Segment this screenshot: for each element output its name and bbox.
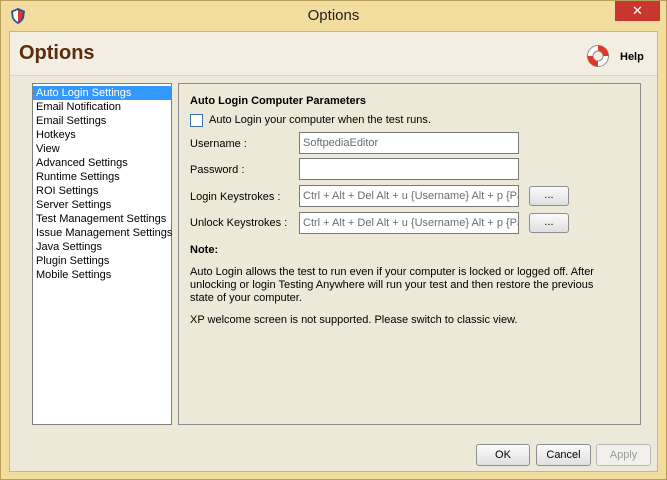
- nav-item-mobile-settings[interactable]: Mobile Settings: [33, 268, 171, 282]
- cancel-button[interactable]: Cancel: [536, 444, 591, 466]
- nav-item-issue-management-settings[interactable]: Issue Management Settings: [33, 226, 172, 240]
- nav-item-email-notification[interactable]: Email Notification: [33, 100, 171, 114]
- unlock-keystrokes-label: Unlock Keystrokes :: [190, 217, 288, 229]
- dialog-title: Options: [19, 42, 95, 64]
- note-text-xp: XP welcome screen is not supported. Plea…: [190, 314, 518, 326]
- help-link[interactable]: Help: [620, 51, 644, 63]
- login-keystrokes-label: Login Keystrokes :: [190, 191, 281, 203]
- password-input[interactable]: [299, 158, 519, 180]
- unlock-keystrokes-input[interactable]: Ctrl + Alt + Del Alt + u {Username} Alt …: [299, 212, 519, 234]
- title-bar[interactable]: Options ✕: [1, 1, 666, 31]
- note-text: Auto Login allows the test to run even i…: [190, 266, 594, 304]
- ok-button[interactable]: OK: [476, 444, 530, 466]
- section-title: Auto Login Computer Parameters: [190, 95, 367, 107]
- nav-item-java-settings[interactable]: Java Settings: [33, 240, 171, 254]
- nav-item-test-management-settings[interactable]: Test Management Settings: [33, 212, 171, 226]
- nav-item-plugin-settings[interactable]: Plugin Settings: [33, 254, 171, 268]
- nav-item-server-settings[interactable]: Server Settings: [33, 198, 171, 212]
- username-label: Username :: [190, 138, 247, 150]
- nav-item-roi-settings[interactable]: ROI Settings: [33, 184, 171, 198]
- nav-item-runtime-settings[interactable]: Runtime Settings: [33, 170, 171, 184]
- auto-login-checkbox-label[interactable]: Auto Login your computer when the test r…: [209, 114, 431, 126]
- nav-item-hotkeys[interactable]: Hotkeys: [33, 128, 171, 142]
- options-window: Options ✕ Options Help Auto Login Settin…: [0, 0, 667, 480]
- unlock-keystrokes-browse-button[interactable]: ...: [529, 213, 569, 233]
- login-keystrokes-input[interactable]: Ctrl + Alt + Del Alt + u {Username} Alt …: [299, 185, 519, 207]
- dialog-header: Options Help: [10, 32, 657, 76]
- nav-item-email-settings[interactable]: Email Settings: [33, 114, 171, 128]
- window-title: Options: [307, 7, 360, 24]
- auto-login-panel: Auto Login Computer Parameters Auto Logi…: [178, 83, 641, 425]
- password-label: Password :: [190, 164, 245, 176]
- auto-login-checkbox[interactable]: [190, 114, 203, 127]
- nav-item-view[interactable]: View: [33, 142, 171, 156]
- nav-item-advanced-settings[interactable]: Advanced Settings: [33, 156, 171, 170]
- apply-button[interactable]: Apply: [596, 444, 651, 466]
- settings-category-list[interactable]: Auto Login Settings Email Notification E…: [32, 83, 172, 425]
- close-button[interactable]: ✕: [615, 1, 660, 21]
- username-input[interactable]: SoftpediaEditor: [299, 132, 519, 154]
- nav-item-auto-login-settings[interactable]: Auto Login Settings: [33, 86, 171, 100]
- note-title: Note:: [190, 244, 219, 256]
- options-dialog: Options Help Auto Login Settings Email N…: [9, 31, 658, 472]
- lifebuoy-help-icon[interactable]: [586, 44, 610, 68]
- login-keystrokes-browse-button[interactable]: ...: [529, 186, 569, 206]
